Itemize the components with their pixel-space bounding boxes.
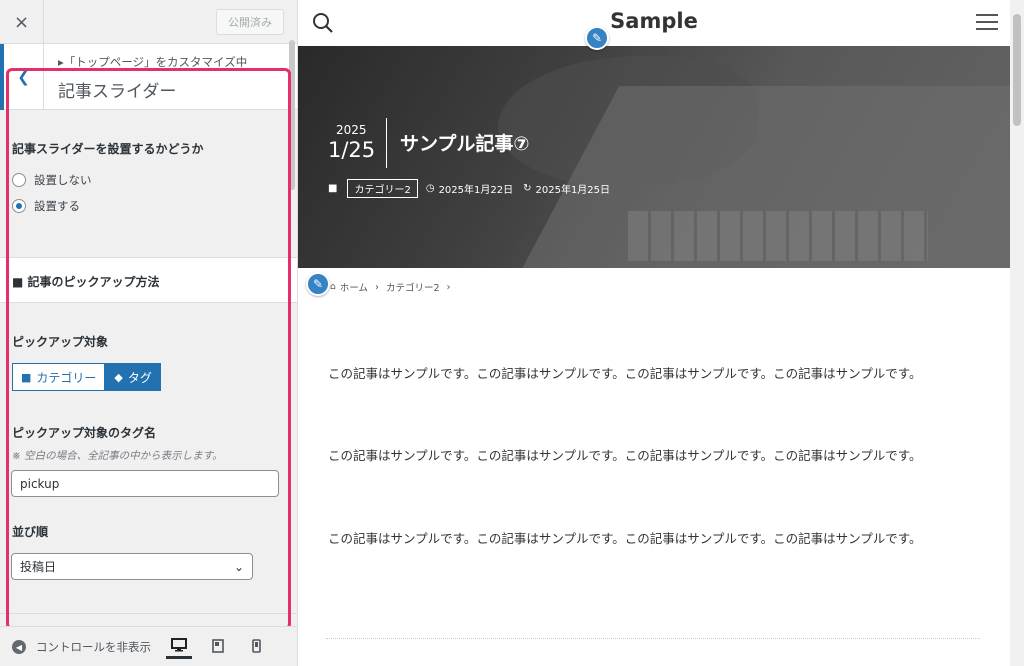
hero-overlay bbox=[298, 46, 1010, 268]
customizer-footer: ◀ コントロールを非表示 bbox=[0, 626, 297, 666]
tag-name-note: ※ 空白の場合、全記事の中から表示します。 bbox=[12, 450, 223, 462]
hero-image: 2025 1/25 サンプル記事⑦ ■ カテゴリー2 ◷ 2025年1月22日 … bbox=[298, 46, 1010, 268]
hide-controls-button[interactable]: ◀ コントロールを非表示 bbox=[12, 639, 151, 655]
pickup-method-heading: ■ 記事のピックアップ方法 bbox=[0, 257, 297, 303]
chevron-right-icon: › bbox=[374, 281, 379, 293]
breadcrumb: ⌂ ホーム › カテゴリー2 › bbox=[330, 280, 457, 295]
tag-name-label: ピックアップ対象のタグ名 bbox=[12, 426, 157, 440]
tag-icon: ◆ bbox=[114, 370, 123, 384]
desktop-icon[interactable] bbox=[166, 633, 192, 659]
home-icon: ⌂ bbox=[330, 282, 336, 292]
hamburger-menu-icon[interactable] bbox=[976, 14, 998, 32]
article-paragraph: この記事はサンプルです。この記事はサンプルです。この記事はサンプルです。この記事… bbox=[328, 531, 922, 546]
chevron-down-icon: ⌄ bbox=[233, 559, 244, 574]
content-divider bbox=[326, 638, 980, 639]
folder-icon: ■ bbox=[21, 370, 32, 384]
post-title: サンプル記事⑦ bbox=[400, 133, 530, 155]
section-title: 記事スライダー bbox=[58, 82, 177, 102]
radio-option-yes[interactable]: 設置する bbox=[12, 198, 80, 214]
hide-controls-label: コントロールを非表示 bbox=[36, 640, 151, 654]
clock-icon: ◷ bbox=[425, 183, 435, 194]
updated-date: 2025年1月25日 bbox=[535, 185, 611, 196]
active-indicator bbox=[0, 44, 4, 110]
breadcrumb-home[interactable]: ホーム bbox=[340, 280, 368, 294]
tablet-icon[interactable] bbox=[205, 633, 231, 659]
publish-button[interactable]: 公開済み bbox=[216, 9, 284, 35]
pencil-icon[interactable]: ✎ bbox=[306, 272, 330, 296]
pencil-icon[interactable]: ✎ bbox=[585, 26, 609, 50]
show-slider-label: 記事スライダーを設置するかどうか bbox=[12, 142, 204, 156]
customizer-sidebar: × 公開済み ❮ ▸「トップページ」をカスタマイズ中 記事スライダー 記事スライ… bbox=[0, 0, 298, 666]
article-paragraph: この記事はサンプルです。この記事はサンプルです。この記事はサンプルです。この記事… bbox=[328, 366, 922, 381]
post-meta: ■ カテゴリー2 ◷ 2025年1月22日 ↻ 2025年1月25日 bbox=[328, 179, 610, 198]
collapse-icon: ◀ bbox=[12, 640, 26, 654]
section-controls: 記事スライダーを設置するかどうか 設置しない 設置する ■ 記事のピックアップ方… bbox=[0, 110, 297, 626]
section-divider bbox=[0, 613, 297, 614]
hero-date-divider bbox=[386, 118, 387, 168]
category-option-label: カテゴリー bbox=[36, 370, 97, 385]
category-badge[interactable]: カテゴリー2 bbox=[347, 179, 418, 198]
site-preview: Sample 2025 1/25 サンプル記事⑦ ■ カテゴリー2 ◷ 2025… bbox=[298, 0, 1024, 666]
tag-option-button[interactable]: ◆ タグ bbox=[105, 363, 161, 391]
preview-scroll-thumb[interactable] bbox=[1013, 14, 1021, 126]
order-label: 並び順 bbox=[12, 525, 49, 539]
radio-option-no[interactable]: 設置しない bbox=[12, 172, 92, 188]
tag-option-label: タグ bbox=[127, 370, 152, 385]
site-title[interactable]: Sample bbox=[298, 9, 1010, 33]
tag-name-input[interactable] bbox=[11, 470, 279, 497]
published-date: 2025年1月22日 bbox=[438, 185, 514, 196]
pickup-target-switch: ■ カテゴリー ◆ タグ bbox=[12, 363, 161, 391]
article-paragraph: この記事はサンプルです。この記事はサンプルです。この記事はサンプルです。この記事… bbox=[328, 448, 922, 463]
breadcrumb-category[interactable]: カテゴリー2 bbox=[386, 280, 440, 294]
folder-icon: ■ bbox=[328, 183, 338, 194]
customizer-header: × 公開済み bbox=[0, 0, 297, 44]
radio-yes[interactable] bbox=[12, 199, 26, 213]
radio-yes-label: 設置する bbox=[34, 199, 80, 213]
pickup-target-label: ピックアップ対象 bbox=[12, 335, 109, 349]
chevron-right-icon: › bbox=[446, 281, 451, 293]
radio-no-label: 設置しない bbox=[34, 173, 92, 187]
hero-month-day: 1/25 bbox=[328, 138, 376, 162]
site-header: Sample bbox=[298, 0, 1024, 46]
section-header: ❮ ▸「トップページ」をカスタマイズ中 記事スライダー bbox=[0, 44, 297, 110]
customize-breadcrumb: ▸「トップページ」をカスタマイズ中 bbox=[58, 55, 248, 69]
order-select[interactable]: 投稿日 ⌄ bbox=[11, 553, 253, 580]
close-icon[interactable]: × bbox=[0, 0, 44, 44]
mobile-icon[interactable] bbox=[243, 633, 269, 659]
hero-year: 2025 bbox=[336, 123, 367, 137]
pickup-method-title: ■ 記事のピックアップ方法 bbox=[12, 275, 160, 289]
order-select-value: 投稿日 bbox=[20, 560, 57, 574]
refresh-icon: ↻ bbox=[523, 183, 532, 194]
radio-no[interactable] bbox=[12, 173, 26, 187]
category-option-button[interactable]: ■ カテゴリー bbox=[12, 363, 106, 391]
chevron-left-icon[interactable]: ❮ bbox=[4, 44, 44, 110]
